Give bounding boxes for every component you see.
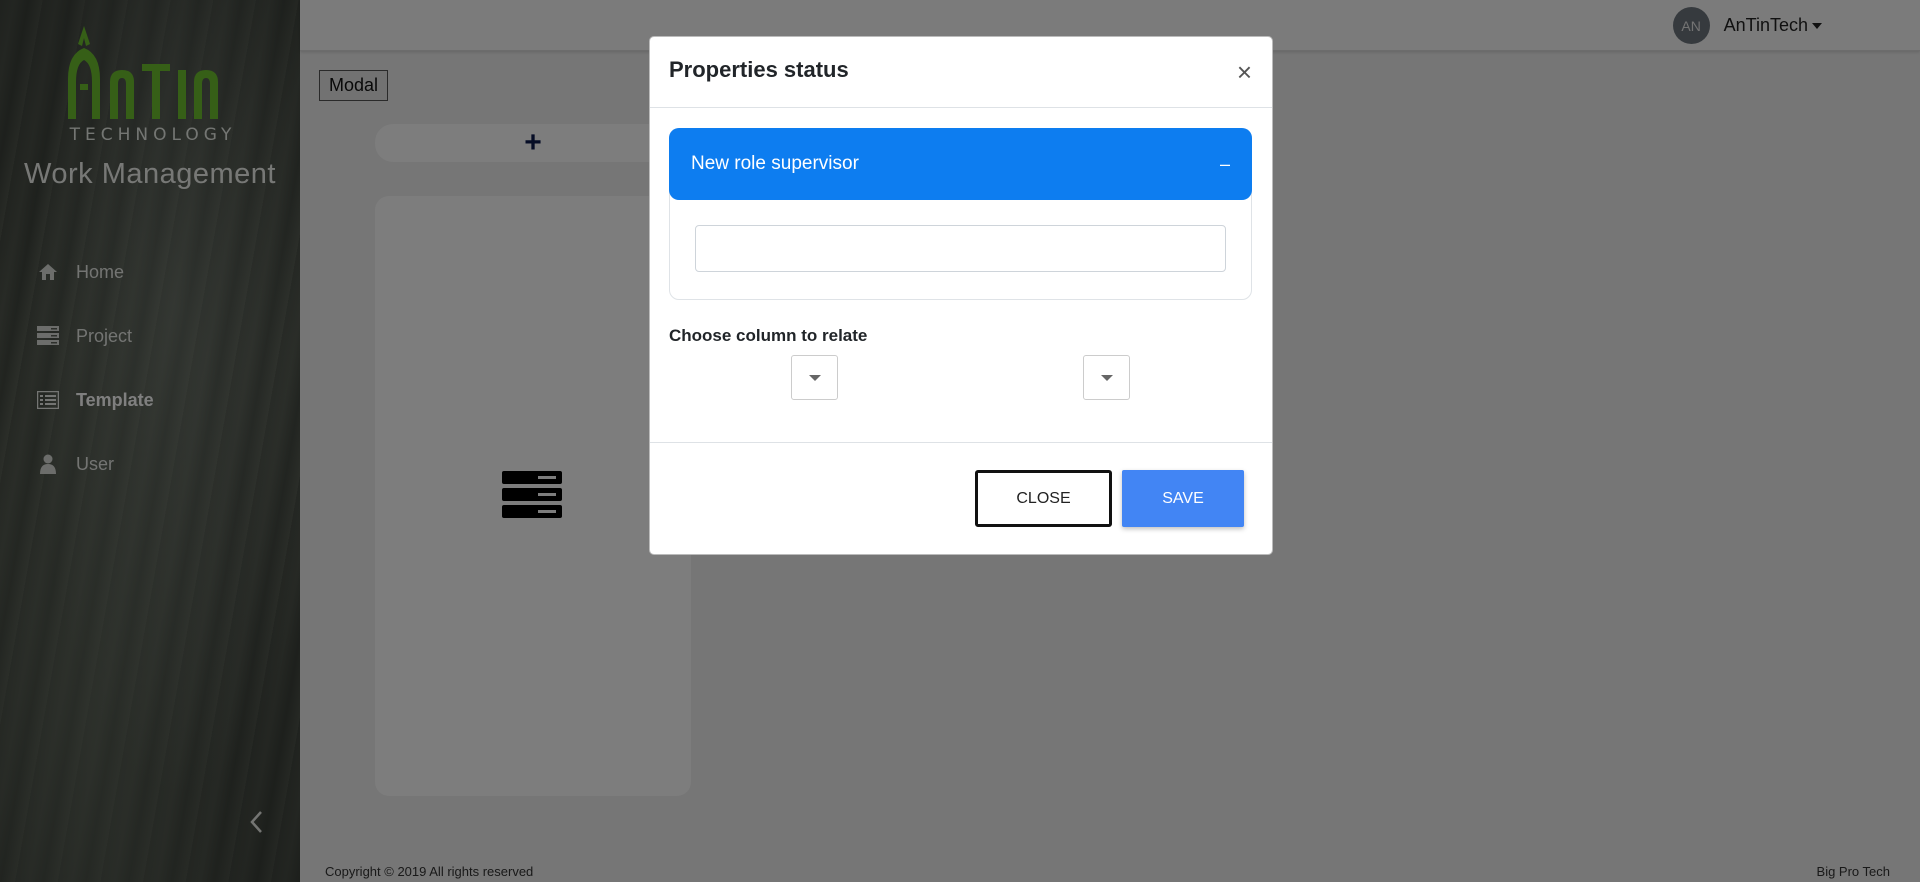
chevron-down-icon <box>808 374 821 381</box>
accordion-header[interactable]: New role supervisor – <box>669 128 1252 200</box>
properties-status-modal: Properties status × New role supervisor … <box>649 36 1273 555</box>
choose-column-label: Choose column to relate <box>669 326 868 345</box>
modal-header: Properties status × <box>650 37 1272 108</box>
modal-title: Properties status <box>669 57 849 82</box>
column-select-left[interactable] <box>791 355 838 400</box>
modal-footer: CLOSE SAVE <box>650 442 1272 554</box>
save-button[interactable]: SAVE <box>1122 470 1244 527</box>
accordion-title: New role supervisor <box>691 153 859 174</box>
column-select-right[interactable] <box>1083 355 1130 400</box>
collapse-icon[interactable]: – <box>1220 154 1230 175</box>
role-name-input[interactable] <box>695 225 1226 272</box>
accordion: New role supervisor – <box>669 128 1252 300</box>
close-icon[interactable]: × <box>1237 59 1252 85</box>
modal-body: New role supervisor – Choose column to r… <box>650 108 1272 442</box>
accordion-body <box>670 199 1251 299</box>
close-button[interactable]: CLOSE <box>975 470 1112 527</box>
chevron-down-icon <box>1100 374 1113 381</box>
